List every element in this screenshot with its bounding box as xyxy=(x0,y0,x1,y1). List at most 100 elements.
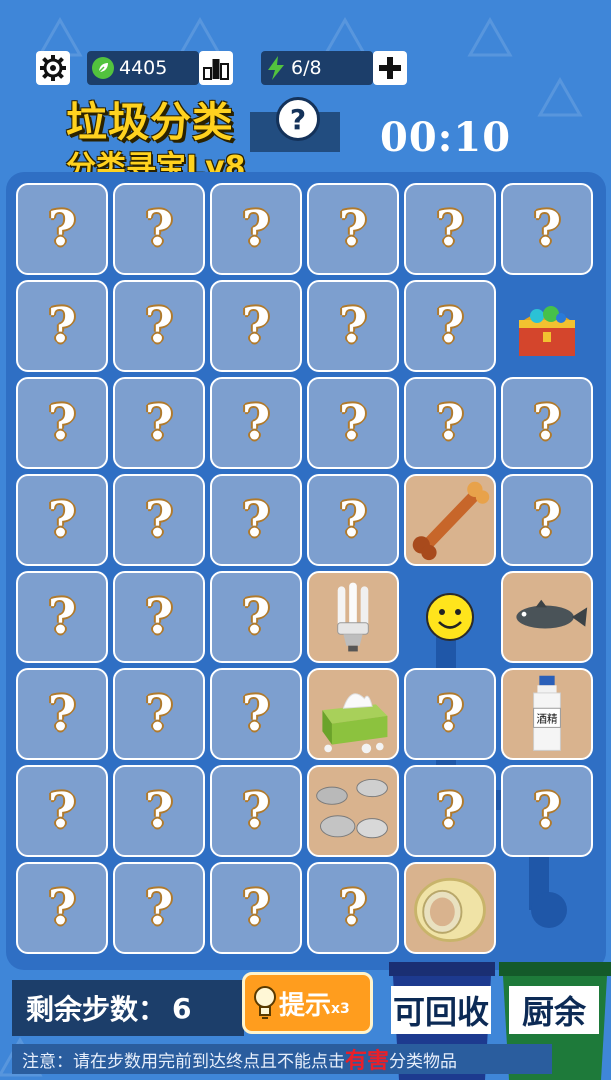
question-mark-icon: ? xyxy=(532,395,562,451)
hidden-tile[interactable]: ? xyxy=(307,183,399,275)
hidden-tile[interactable]: ? xyxy=(210,765,302,857)
hidden-tile[interactable]: ? xyxy=(16,183,108,275)
gear-icon xyxy=(40,55,66,81)
notice-text-end: 分类物品 xyxy=(389,1051,458,1072)
energy-counter: 6/8 xyxy=(261,51,373,85)
question-mark-icon: ? xyxy=(144,686,174,742)
question-mark-icon: ? xyxy=(338,395,368,451)
podium-icon xyxy=(203,59,229,80)
question-mark-icon: ? xyxy=(338,298,368,354)
add-energy-button[interactable] xyxy=(373,51,407,85)
tile-tissue-box[interactable] xyxy=(307,668,399,760)
tile-treasure-chest[interactable] xyxy=(501,280,593,372)
hidden-tile[interactable]: ? xyxy=(307,377,399,469)
tile-tape-roll[interactable] xyxy=(404,862,496,954)
hint-count: x3 xyxy=(331,1001,350,1017)
question-mark-icon: ? xyxy=(241,201,271,257)
hidden-tile[interactable]: ? xyxy=(16,862,108,954)
question-mark-icon: ? xyxy=(47,880,77,936)
hidden-tile[interactable]: ? xyxy=(210,377,302,469)
question-mark-icon: ? xyxy=(532,201,562,257)
plus-icon xyxy=(379,57,401,79)
hidden-tile[interactable]: ? xyxy=(307,280,399,372)
question-mark-icon: ? xyxy=(144,589,174,645)
question-mark-icon: ? xyxy=(241,880,271,936)
steps-remaining: 剩余步数： 6 xyxy=(12,980,244,1036)
question-mark-icon: ? xyxy=(47,589,77,645)
hidden-tile[interactable]: ? xyxy=(16,571,108,663)
hidden-tile[interactable]: ? xyxy=(113,862,205,954)
hidden-tile[interactable]: ? xyxy=(404,280,496,372)
hidden-tile[interactable]: ? xyxy=(404,377,496,469)
question-mark-icon: ? xyxy=(338,880,368,936)
tile-energy-saving-bulb[interactable] xyxy=(307,571,399,663)
alcohol-label: 酒精 xyxy=(536,713,558,726)
tile-fish[interactable] xyxy=(501,571,593,663)
hidden-tile[interactable]: ? xyxy=(113,377,205,469)
hidden-tile[interactable]: ? xyxy=(113,474,205,566)
question-mark-icon: ? xyxy=(144,201,174,257)
tile-button-batteries[interactable] xyxy=(307,765,399,857)
game-title: 垃圾分类 xyxy=(66,98,234,146)
hint-button[interactable]: 提示 x3 xyxy=(242,972,373,1034)
notice-highlight: 有害 xyxy=(345,1049,390,1074)
question-mark-icon: ? xyxy=(47,298,77,354)
leaderboard-button[interactable] xyxy=(199,51,233,85)
question-mark-icon: ? xyxy=(144,880,174,936)
coin-value: 4405 xyxy=(119,57,168,79)
question-mark-icon: ? xyxy=(241,298,271,354)
hidden-tile[interactable]: ? xyxy=(307,474,399,566)
hint-label: 提示 xyxy=(279,990,332,1021)
hidden-tile[interactable]: ? xyxy=(113,280,205,372)
hidden-tile[interactable]: ? xyxy=(16,377,108,469)
question-mark-icon: ? xyxy=(435,298,465,354)
hidden-tile[interactable]: ? xyxy=(404,668,496,760)
hidden-tile[interactable]: ? xyxy=(307,862,399,954)
hidden-tile[interactable]: ? xyxy=(501,377,593,469)
question-mark-icon: ? xyxy=(532,492,562,548)
question-mark-icon: ? xyxy=(241,686,271,742)
settings-button[interactable] xyxy=(36,51,70,85)
kitchen-waste-bin-label: 厨余 xyxy=(509,986,599,1034)
recyclable-bin-label: 可回收 xyxy=(391,986,491,1034)
countdown-timer: 00:10 xyxy=(380,114,512,161)
steps-label: 剩余步数： xyxy=(26,993,167,1026)
hidden-tile[interactable]: ? xyxy=(16,474,108,566)
question-mark-icon: ? xyxy=(241,395,271,451)
hidden-tile[interactable]: ? xyxy=(113,571,205,663)
hidden-tile[interactable]: ? xyxy=(210,474,302,566)
hidden-tile[interactable]: ? xyxy=(501,765,593,857)
hidden-tile[interactable]: ? xyxy=(404,183,496,275)
question-mark-icon: ? xyxy=(144,298,174,354)
question-mark-icon: ? xyxy=(241,492,271,548)
question-mark-icon: ? xyxy=(47,395,77,451)
hidden-tile[interactable]: ? xyxy=(210,668,302,760)
question-mark-icon: ? xyxy=(338,492,368,548)
hidden-tile[interactable]: ? xyxy=(16,280,108,372)
hidden-tile[interactable]: ? xyxy=(113,183,205,275)
question-mark-icon: ? xyxy=(144,492,174,548)
hidden-tile[interactable]: ? xyxy=(16,765,108,857)
hidden-tile[interactable]: ? xyxy=(210,280,302,372)
hidden-tile[interactable]: ? xyxy=(404,765,496,857)
tile-alcohol-bottle[interactable]: 酒精 xyxy=(501,668,593,760)
lightbulb-icon xyxy=(253,985,277,1021)
question-mark-icon: ? xyxy=(435,395,465,451)
question-mark-icon: ? xyxy=(532,783,562,839)
notice-text: 注意：请在步数用完前到达终点且不能点击 xyxy=(22,1051,345,1072)
question-mark-icon: ? xyxy=(47,783,77,839)
question-mark-icon: ? xyxy=(435,783,465,839)
hidden-tile[interactable]: ? xyxy=(210,183,302,275)
hidden-tile[interactable]: ? xyxy=(501,474,593,566)
question-mark-icon: ? xyxy=(435,201,465,257)
hidden-tile[interactable]: ? xyxy=(210,862,302,954)
hidden-tile[interactable]: ? xyxy=(210,571,302,663)
hidden-tile[interactable]: ? xyxy=(113,765,205,857)
leaf-coin-icon xyxy=(92,57,114,79)
tile-bone[interactable] xyxy=(404,474,496,566)
question-mark-icon: ? xyxy=(144,395,174,451)
hidden-tile[interactable]: ? xyxy=(16,668,108,760)
hidden-tile[interactable]: ? xyxy=(501,183,593,275)
help-button[interactable]: ? xyxy=(276,97,320,141)
hidden-tile[interactable]: ? xyxy=(113,668,205,760)
